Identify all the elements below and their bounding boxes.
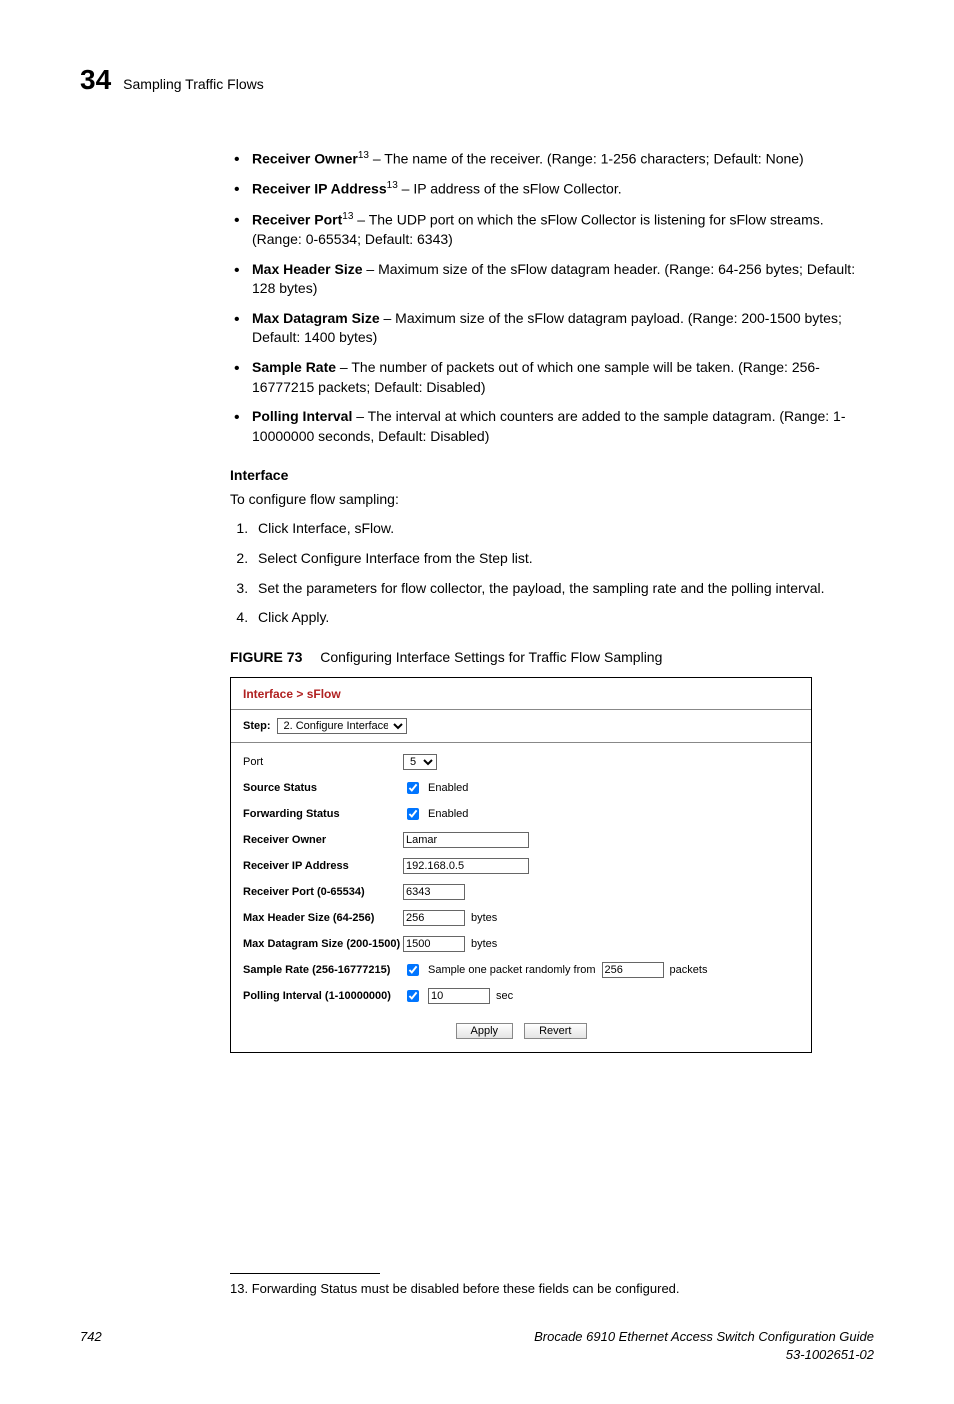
polling-interval-checkbox[interactable] [407,990,419,1002]
list-item: Sample Rate – The number of packets out … [230,358,874,397]
max-datagram-label: Max Datagram Size (200-1500) [243,937,403,952]
footnote-ref: 13 [358,150,369,161]
forwarding-status-label: Forwarding Status [243,807,403,822]
desc: – The name of the receiver. (Range: 1-25… [369,151,804,167]
list-item: Receiver Port13 – The UDP port on which … [230,210,874,250]
footnote-separator [230,1273,380,1274]
step-item: Click Apply. [252,608,874,628]
footnote: 13. Forwarding Status must be disabled b… [230,1280,874,1298]
sample-rate-text: Sample one packet randomly from [428,963,596,978]
term: Receiver IP Address [252,181,387,197]
parameter-list: Receiver Owner13 – The name of the recei… [230,149,874,446]
main-content: Receiver Owner13 – The name of the recei… [230,149,874,1052]
port-select[interactable]: 5 [403,754,437,770]
max-header-input[interactable] [403,910,465,926]
term: Max Datagram Size [252,310,380,326]
figure-caption: FIGURE 73 Configuring Interface Settings… [230,648,874,668]
revert-button[interactable]: Revert [524,1023,586,1039]
page-number: 742 [80,1328,102,1364]
port-label: Port [243,755,403,770]
polling-interval-unit: sec [496,989,513,1004]
term: Sample Rate [252,359,336,375]
step-item: Click Interface, sFlow. [252,519,874,539]
footnote-ref: 13 [342,211,353,222]
page-header: 34 Sampling Traffic Flows [80,60,874,99]
sample-rate-input[interactable] [602,962,664,978]
polling-interval-label: Polling Interval (1-10000000) [243,989,403,1004]
receiver-ip-label: Receiver IP Address [243,859,403,874]
term: Max Header Size [252,261,363,277]
list-item: Polling Interval – The interval at which… [230,407,874,446]
interface-heading: Interface [230,466,874,486]
source-status-label: Source Status [243,781,403,796]
receiver-owner-label: Receiver Owner [243,833,403,848]
doc-number: 53-1002651-02 [534,1346,874,1364]
max-datagram-input[interactable] [403,936,465,952]
step-select[interactable]: 2. Configure Interface [277,718,407,734]
figure-screenshot: Interface > sFlow Step: 2. Configure Int… [230,677,812,1052]
receiver-owner-input[interactable] [403,832,529,848]
footnote-ref: 13 [387,180,398,191]
steps-list: Click Interface, sFlow. Select Configure… [230,519,874,627]
list-item: Receiver Owner13 – The name of the recei… [230,149,874,169]
form-area: Port 5 Source Status Enabled Forwarding … [231,743,811,1017]
receiver-port-label: Receiver Port (0-65534) [243,885,403,900]
page-footer: 742 Brocade 6910 Ethernet Access Switch … [80,1328,874,1364]
chapter-number: 34 [80,60,111,99]
receiver-ip-input[interactable] [403,858,529,874]
chapter-title: Sampling Traffic Flows [123,75,264,95]
term: Receiver Port [252,211,342,227]
receiver-port-input[interactable] [403,884,465,900]
term: Polling Interval [252,408,352,424]
figure-label: FIGURE 73 [230,649,302,665]
step-item: Select Configure Interface from the Step… [252,549,874,569]
footnote-text: Forwarding Status must be disabled befor… [252,1281,680,1296]
step-row: Step: 2. Configure Interface [231,710,811,743]
step-label: Step: [243,719,271,734]
forwarding-status-text: Enabled [428,807,468,822]
apply-button[interactable]: Apply [456,1023,514,1039]
source-status-checkbox[interactable] [407,782,419,794]
max-datagram-unit: bytes [471,937,497,952]
max-header-label: Max Header Size (64-256) [243,911,403,926]
list-item: Receiver IP Address13 – IP address of th… [230,179,874,199]
desc: – The number of packets out of which one… [252,359,820,395]
footnote-number: 13. [230,1281,248,1296]
list-item: Max Datagram Size – Maximum size of the … [230,309,874,348]
max-header-unit: bytes [471,911,497,926]
source-status-text: Enabled [428,781,468,796]
figure-title: Configuring Interface Settings for Traff… [320,649,662,665]
doc-title: Brocade 6910 Ethernet Access Switch Conf… [534,1328,874,1346]
sample-rate-label: Sample Rate (256-16777215) [243,963,403,978]
forwarding-status-checkbox[interactable] [407,808,419,820]
polling-interval-input[interactable] [428,988,490,1004]
breadcrumb: Interface > sFlow [231,678,811,710]
term: Receiver Owner [252,151,358,167]
button-row: Apply Revert [231,1017,811,1051]
sample-rate-unit: packets [670,963,708,978]
interface-intro: To configure flow sampling: [230,490,874,510]
sample-rate-checkbox[interactable] [407,964,419,976]
step-item: Set the parameters for flow collector, t… [252,579,874,599]
desc: – IP address of the sFlow Collector. [398,181,622,197]
list-item: Max Header Size – Maximum size of the sF… [230,260,874,299]
footer-right: Brocade 6910 Ethernet Access Switch Conf… [534,1328,874,1364]
